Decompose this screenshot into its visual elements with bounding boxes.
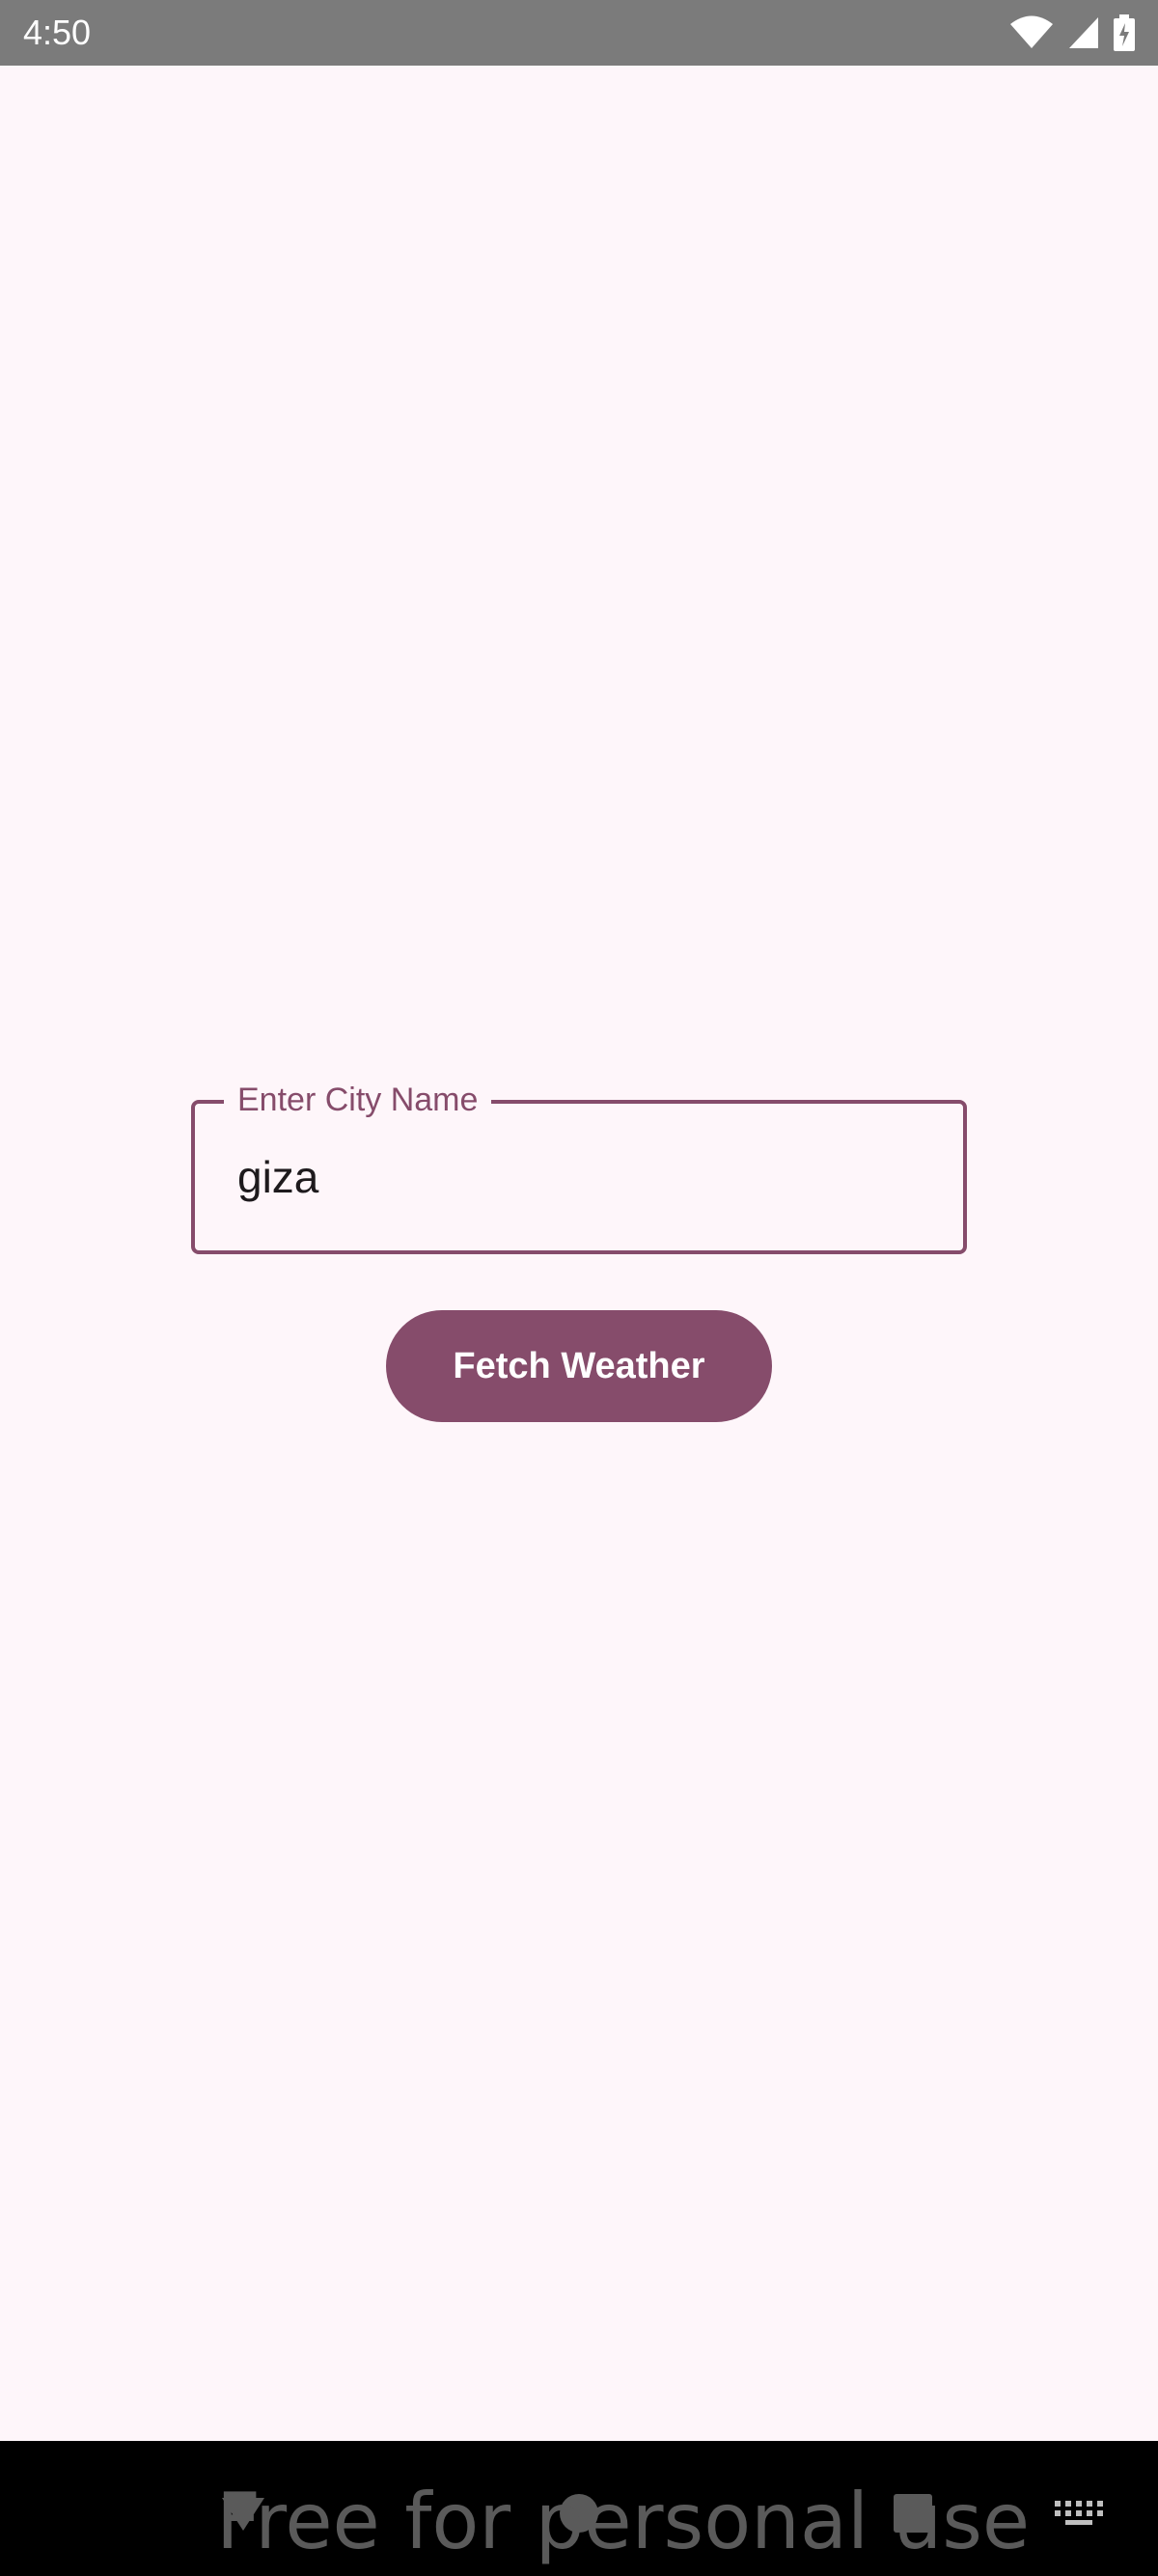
battery-charging-icon [1114,14,1135,51]
city-name-field[interactable]: Enter City Name giza [191,1077,967,1254]
wifi-icon [1009,15,1054,50]
fetch-weather-button[interactable]: Fetch Weather [386,1310,772,1422]
keyboard-icon[interactable] [1050,2489,1108,2537]
status-bar: 4:50 [0,0,1158,66]
city-name-label: Enter City Name [224,1077,492,1123]
watermark-text: Free for personal use [216,2477,1031,2566]
cellular-signal-icon [1067,15,1100,50]
navigation-bar: Free for personal use [0,2441,1158,2576]
status-time: 4:50 [23,13,92,52]
city-name-input[interactable]: giza [237,1148,318,1206]
status-icons [1009,14,1135,52]
